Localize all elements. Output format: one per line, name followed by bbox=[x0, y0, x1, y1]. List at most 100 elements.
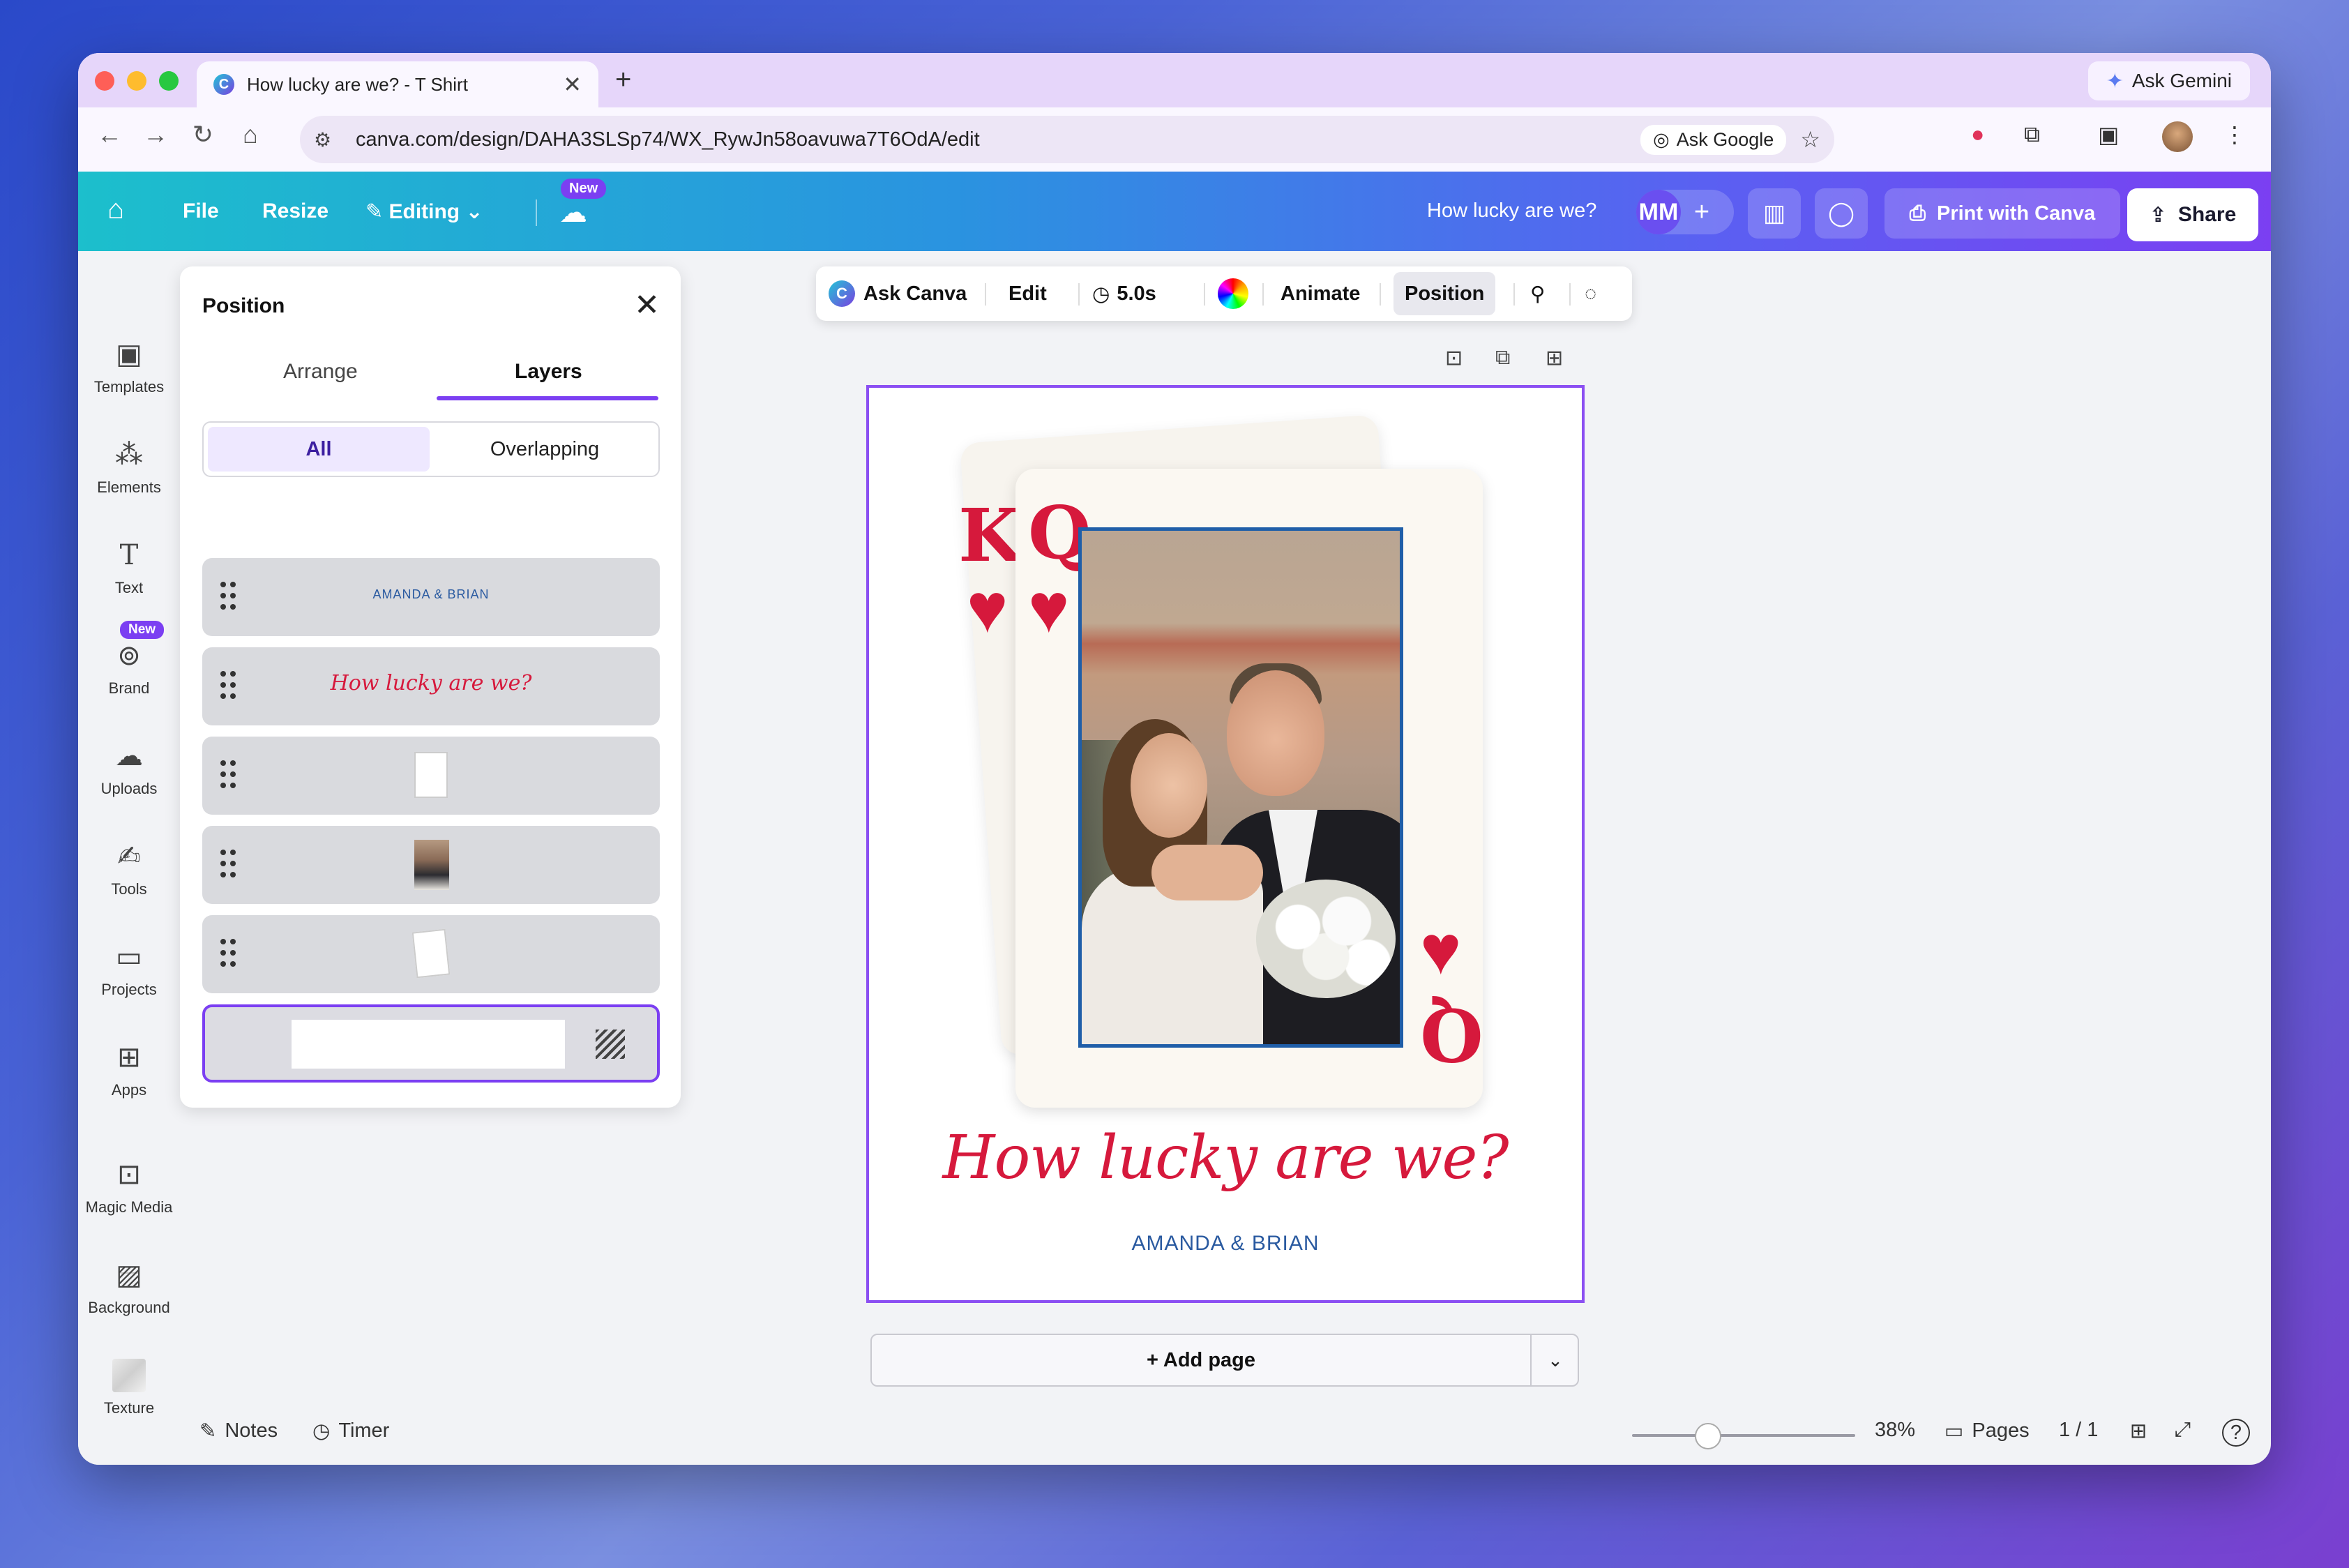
print-with-canva-button[interactable]: ⎙ Print with Canva bbox=[1885, 188, 2120, 239]
couple-photo[interactable] bbox=[1078, 527, 1403, 1048]
reload-icon[interactable]: ↻ bbox=[186, 120, 220, 149]
rail-text[interactable]: T Text bbox=[78, 538, 180, 597]
layer-item[interactable] bbox=[202, 737, 660, 815]
tab-close-icon[interactable]: ✕ bbox=[563, 71, 582, 98]
puzzle-extensions-icon[interactable]: ⧉ bbox=[2024, 121, 2040, 148]
context-toolbar: C Ask Canva Edit ◷ 5.0s Animate Position… bbox=[816, 266, 1632, 321]
user-avatar[interactable]: MM bbox=[1636, 190, 1681, 234]
add-page-button[interactable]: + Add page bbox=[872, 1335, 1530, 1385]
layer-item[interactable] bbox=[202, 915, 660, 993]
pages-icon: ▭ bbox=[1944, 1420, 1964, 1442]
notes-button[interactable]: ✎ Notes bbox=[199, 1419, 278, 1443]
profile-avatar[interactable] bbox=[2162, 121, 2193, 152]
filter-all[interactable]: All bbox=[208, 427, 430, 472]
add-page-icon[interactable]: ⊞ bbox=[1546, 346, 1563, 370]
rail-label: Projects bbox=[101, 981, 157, 998]
color-picker-button[interactable] bbox=[1218, 266, 1248, 321]
fullscreen-icon[interactable]: ⤢ bbox=[2175, 1419, 2191, 1442]
rail-brand[interactable]: ⊚ Brand bbox=[78, 639, 180, 698]
editing-mode-menu[interactable]: ✎ Editing ⌄ bbox=[365, 199, 483, 224]
names-text[interactable]: AMANDA & BRIAN bbox=[869, 1232, 1582, 1256]
collaborators[interactable]: MM + bbox=[1636, 190, 1734, 234]
share-button[interactable]: ⇪ Share bbox=[2127, 188, 2258, 241]
copy-style-icon[interactable]: ⚲ bbox=[1530, 266, 1545, 321]
headline-text[interactable]: How lucky are we? bbox=[869, 1123, 1582, 1193]
close-icon[interactable]: ✕ bbox=[634, 287, 660, 323]
rail-label: Tools bbox=[111, 880, 147, 898]
editing-label: Editing bbox=[388, 200, 460, 223]
file-menu[interactable]: File bbox=[183, 199, 219, 223]
filter-overlapping[interactable]: Overlapping bbox=[434, 427, 656, 472]
design-page[interactable]: K ♥ Q ♥ ♥ Q How lucky are we? AMANDA & B… bbox=[866, 385, 1585, 1303]
duration-button[interactable]: ◷ 5.0s bbox=[1092, 266, 1156, 321]
layer-item[interactable]: How lucky are we? bbox=[202, 647, 660, 725]
tab-layers[interactable]: Layers bbox=[515, 360, 582, 384]
cloud-saved-icon[interactable]: ☁ bbox=[559, 197, 587, 229]
chevron-down-icon: ⌄ bbox=[465, 200, 483, 223]
animate-button[interactable]: Animate bbox=[1281, 266, 1360, 321]
rail-uploads[interactable]: ☁ Uploads bbox=[78, 739, 180, 798]
layer-item[interactable]: AMANDA & BRIAN bbox=[202, 558, 660, 636]
drag-handle-icon[interactable] bbox=[220, 850, 237, 880]
drag-handle-icon[interactable] bbox=[220, 939, 237, 970]
bookmark-star-icon[interactable]: ☆ bbox=[1800, 126, 1820, 153]
rail-tools[interactable]: ✍ Tools bbox=[78, 840, 180, 898]
edit-button[interactable]: Edit bbox=[1009, 266, 1047, 321]
zoom-level[interactable]: 38% bbox=[1875, 1419, 1915, 1442]
background-icon: ▨ bbox=[116, 1260, 142, 1290]
rail-templates[interactable]: ▣ Templates bbox=[78, 338, 180, 396]
url-bar[interactable]: ⚙ canva.com/design/DAHA3SLSp74/WX_RywJn5… bbox=[300, 116, 1834, 163]
pages-button[interactable]: ▭ Pages bbox=[1944, 1419, 2030, 1443]
queen-heart-icon: ♥ bbox=[1028, 569, 1070, 647]
duplicate-page-icon[interactable]: ⧉ bbox=[1495, 346, 1510, 370]
timer-button[interactable]: ◷ Timer bbox=[312, 1419, 389, 1443]
canva-home-icon[interactable]: ⌂ bbox=[107, 194, 124, 225]
zoom-slider-handle[interactable] bbox=[1695, 1423, 1721, 1449]
timer-label: Timer bbox=[338, 1419, 390, 1442]
add-comment-icon[interactable]: ◌ bbox=[1585, 266, 1596, 321]
rail-projects[interactable]: ▭ Projects bbox=[78, 940, 180, 999]
close-window-button[interactable] bbox=[95, 71, 114, 91]
position-button[interactable]: Position bbox=[1393, 272, 1496, 315]
zoom-slider[interactable] bbox=[1632, 1434, 1855, 1437]
maximize-window-button[interactable] bbox=[159, 71, 179, 91]
chevron-down-icon[interactable]: ⌄ bbox=[1532, 1335, 1579, 1385]
rail-label: Brand bbox=[108, 679, 150, 697]
ask-google-button[interactable]: ◎ Ask Google bbox=[1640, 124, 1787, 155]
extension-icon[interactable]: ● bbox=[1971, 121, 1984, 147]
site-settings-icon[interactable]: ⚙ bbox=[314, 128, 342, 151]
browser-menu-icon[interactable]: ⋮ bbox=[2223, 121, 2246, 148]
grid-view-icon[interactable]: ⊞ bbox=[2130, 1419, 2147, 1443]
comments-icon[interactable]: ◯ bbox=[1815, 188, 1868, 239]
home-icon[interactable]: ⌂ bbox=[233, 120, 268, 149]
uploads-icon: ☁ bbox=[115, 741, 143, 771]
ask-gemini-button[interactable]: ✦ Ask Gemini bbox=[2087, 61, 2250, 100]
rail-elements[interactable]: ⁂ Elements bbox=[78, 438, 180, 497]
add-collaborator-icon[interactable]: + bbox=[1681, 197, 1723, 227]
address-row: ← → ↻ ⌂ ⚙ canva.com/design/DAHA3SLSp74/W… bbox=[78, 107, 2271, 172]
new-tab-button[interactable]: + bbox=[615, 64, 631, 96]
apps-icon: ⊞ bbox=[117, 1042, 141, 1073]
layer-thumbnail-headline: How lucky are we? bbox=[330, 671, 532, 695]
tab-arrange[interactable]: Arrange bbox=[283, 360, 358, 384]
drag-handle-icon[interactable] bbox=[220, 760, 237, 791]
browser-tab[interactable]: C How lucky are we? - T Shirt ✕ bbox=[197, 61, 598, 107]
tools-icon: ✍ bbox=[117, 841, 141, 872]
rail-background[interactable]: ▨ Background bbox=[78, 1258, 180, 1317]
help-icon[interactable]: ? bbox=[2222, 1419, 2250, 1447]
cast-search-icon[interactable]: ▣ bbox=[2098, 121, 2119, 148]
design-title[interactable]: How lucky are we? bbox=[1427, 199, 1596, 223]
layer-item-background[interactable] bbox=[202, 1004, 660, 1083]
insights-chart-icon[interactable]: ▥ bbox=[1748, 188, 1801, 239]
forward-icon[interactable]: → bbox=[138, 120, 173, 149]
back-icon[interactable]: ← bbox=[92, 120, 127, 149]
clock-icon: ◷ bbox=[1092, 282, 1110, 306]
rail-magic-media[interactable]: ⊡ Magic Media bbox=[78, 1158, 180, 1216]
layer-item[interactable] bbox=[202, 826, 660, 904]
resize-menu[interactable]: Resize bbox=[262, 199, 328, 223]
rail-apps[interactable]: ⊞ Apps bbox=[78, 1041, 180, 1099]
lock-page-icon[interactable]: ⊡ bbox=[1445, 346, 1463, 370]
minimize-window-button[interactable] bbox=[127, 71, 146, 91]
rail-label: Templates bbox=[93, 378, 165, 395]
ask-canva-button[interactable]: C Ask Canva bbox=[829, 266, 967, 321]
